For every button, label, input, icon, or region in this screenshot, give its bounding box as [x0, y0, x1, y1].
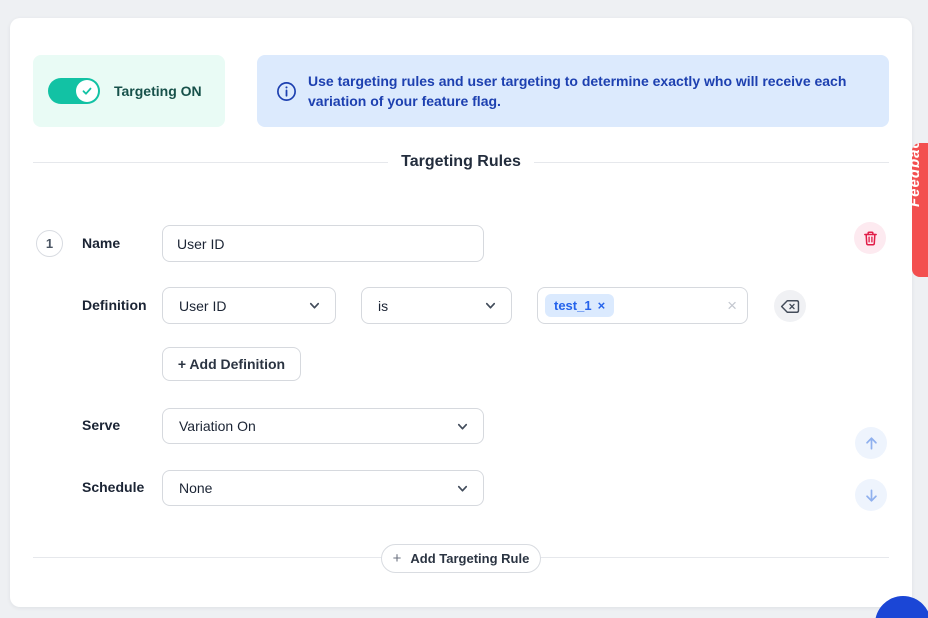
info-banner: Use targeting rules and user targeting t… [257, 55, 889, 127]
check-icon [81, 85, 93, 97]
backspace-icon [780, 299, 800, 314]
value-chip: test_1 × [545, 294, 614, 317]
targeting-screen: Targeting ON Use targeting rules and use… [0, 0, 928, 618]
definition-comparator-select[interactable]: is [361, 287, 512, 324]
schedule-select[interactable]: None [162, 470, 484, 506]
delete-rule-button[interactable] [854, 222, 886, 254]
targeting-toggle-label: Targeting ON [114, 83, 202, 99]
trash-icon [862, 230, 879, 247]
info-banner-text: Use targeting rules and user targeting t… [308, 71, 865, 111]
feedback-tab-label: Feedback [912, 143, 923, 207]
chip-remove-icon[interactable]: × [598, 299, 606, 312]
definition-comparator-value: is [378, 298, 388, 314]
info-icon [276, 81, 297, 102]
arrow-up-icon [863, 435, 880, 452]
rule-name-input[interactable] [162, 225, 484, 262]
arrow-down-icon [863, 487, 880, 504]
targeting-toggle-switch[interactable] [48, 78, 100, 104]
value-chip-label: test_1 [554, 298, 592, 313]
add-targeting-rule-label: Add Targeting Rule [410, 551, 529, 566]
chevron-down-icon [456, 420, 469, 433]
targeting-card: Targeting ON Use targeting rules and use… [10, 18, 912, 607]
toggle-knob [76, 80, 98, 102]
definition-property-value: User ID [179, 298, 226, 314]
move-rule-down-button[interactable] [855, 479, 887, 511]
heading-divider-left [33, 162, 388, 163]
definition-values-input[interactable]: test_1 × × [537, 287, 748, 324]
section-heading: Targeting Rules [33, 152, 889, 172]
rule-number-badge: 1 [36, 230, 63, 257]
move-rule-up-button[interactable] [855, 427, 887, 459]
feedback-tab[interactable]: Feedback [912, 143, 928, 277]
schedule-value: None [179, 480, 212, 496]
definition-label: Definition [82, 297, 147, 313]
clear-values-icon[interactable]: × [727, 297, 737, 314]
chevron-down-icon [456, 482, 469, 495]
schedule-label: Schedule [82, 479, 144, 495]
add-definition-button[interactable]: + Add Definition [162, 347, 301, 381]
serve-label: Serve [82, 417, 120, 433]
targeting-toggle-box: Targeting ON [33, 55, 225, 127]
section-title: Targeting Rules [401, 153, 521, 171]
chevron-down-icon [484, 299, 497, 312]
heading-divider-right [534, 162, 889, 163]
add-targeting-rule-button[interactable]: + Add Targeting Rule [381, 544, 541, 573]
plus-icon: + [393, 551, 402, 566]
backspace-button[interactable] [774, 290, 806, 322]
serve-value: Variation On [179, 418, 256, 434]
chevron-down-icon [308, 299, 321, 312]
definition-property-select[interactable]: User ID [162, 287, 336, 324]
serve-select[interactable]: Variation On [162, 408, 484, 444]
name-label: Name [82, 235, 120, 251]
